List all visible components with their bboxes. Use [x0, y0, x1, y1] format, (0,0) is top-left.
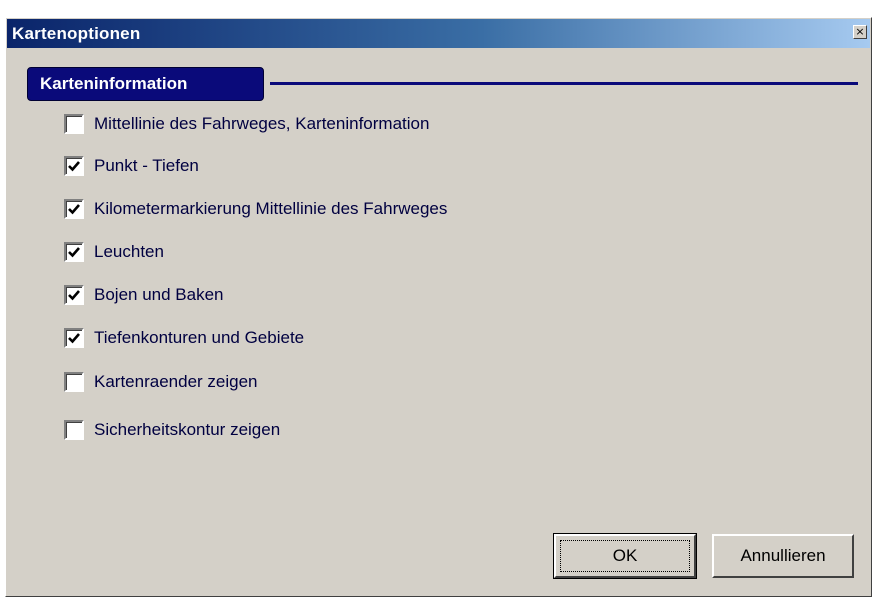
title-bar[interactable]: Kartenoptionen ×	[7, 19, 870, 48]
close-button[interactable]: ×	[853, 25, 867, 39]
option-row[interactable]: Kilometermarkierung Mittellinie des Fahr…	[64, 196, 447, 222]
option-label[interactable]: Mittellinie des Fahrweges, Karteninforma…	[94, 114, 429, 134]
option-row[interactable]: Bojen und Baken	[64, 282, 224, 308]
option-label[interactable]: Kilometermarkierung Mittellinie des Fahr…	[94, 199, 447, 219]
option-checkbox[interactable]	[64, 114, 84, 134]
option-label[interactable]: Bojen und Baken	[94, 285, 224, 305]
option-label[interactable]: Leuchten	[94, 242, 164, 262]
focus-rectangle	[560, 540, 690, 572]
ok-button[interactable]: OK	[553, 533, 697, 579]
checkmark-icon	[68, 204, 80, 215]
close-icon: ×	[855, 25, 865, 38]
option-label[interactable]: Tiefenkonturen und Gebiete	[94, 328, 304, 348]
checkmark-icon	[68, 290, 80, 301]
option-label[interactable]: Kartenraender zeigen	[94, 372, 258, 392]
checkmark-icon	[68, 247, 80, 258]
option-row[interactable]: Punkt - Tiefen	[64, 153, 199, 179]
cancel-button[interactable]: Annullieren	[712, 534, 854, 578]
group-divider	[270, 82, 858, 85]
option-row[interactable]: Leuchten	[64, 239, 164, 265]
group-header: Karteninformation	[27, 67, 264, 101]
checkmark-icon	[68, 333, 80, 344]
option-checkbox[interactable]	[64, 156, 84, 176]
option-row[interactable]: Mittellinie des Fahrweges, Karteninforma…	[64, 111, 429, 137]
dialog-window: Kartenoptionen × Karteninformation Mitte…	[5, 17, 872, 597]
checkmark-icon	[68, 161, 80, 172]
cancel-button-label: Annullieren	[740, 546, 826, 565]
option-checkbox[interactable]	[64, 328, 84, 348]
option-checkbox[interactable]	[64, 285, 84, 305]
option-checkbox[interactable]	[64, 242, 84, 262]
option-checkbox[interactable]	[64, 420, 84, 440]
group-title: Karteninformation	[40, 74, 188, 93]
window-title: Kartenoptionen	[12, 24, 141, 43]
option-label[interactable]: Punkt - Tiefen	[94, 156, 199, 176]
option-checkbox[interactable]	[64, 199, 84, 219]
option-row[interactable]: Sicherheitskontur zeigen	[64, 417, 280, 443]
option-label[interactable]: Sicherheitskontur zeigen	[94, 420, 280, 440]
option-row[interactable]: Tiefenkonturen und Gebiete	[64, 325, 304, 351]
option-row[interactable]: Kartenraender zeigen	[64, 369, 258, 395]
option-checkbox[interactable]	[64, 372, 84, 392]
